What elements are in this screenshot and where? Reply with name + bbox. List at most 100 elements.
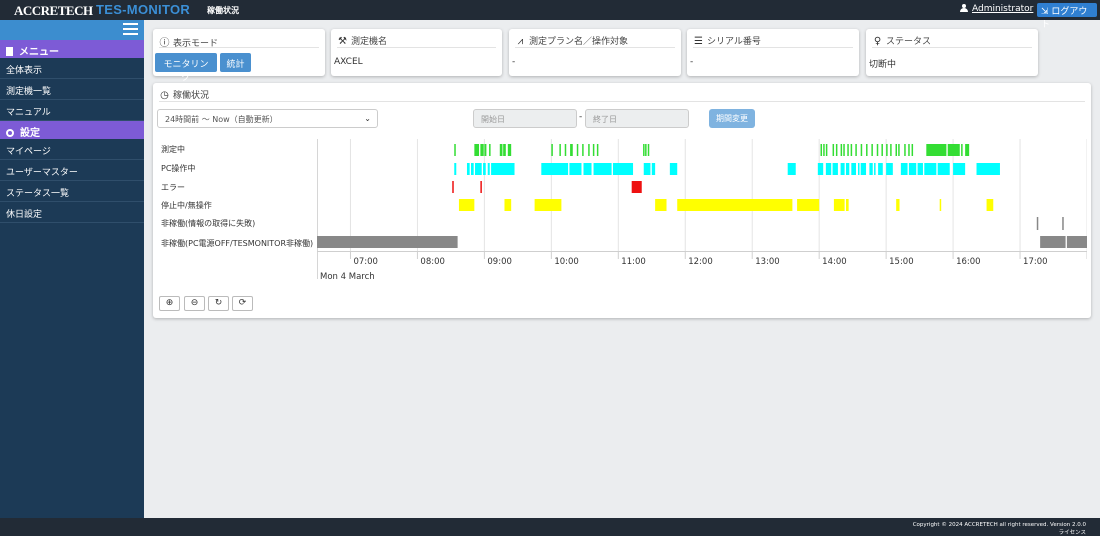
machine-value: AXCEL (334, 57, 363, 67)
timeline-bar (471, 163, 474, 175)
timeline-bar (499, 144, 503, 156)
range-select[interactable]: 24時間前 ～ Now（自動更新） ⌄ (157, 109, 378, 128)
timeline-bar (845, 163, 850, 175)
timeline-bar (593, 163, 612, 175)
timeline-bar (651, 163, 656, 175)
timeline-bar (911, 144, 914, 156)
period-change-button[interactable]: 期間変更 (709, 109, 755, 128)
sidebar-item-manual[interactable]: マニュアル (0, 100, 144, 121)
sidebar-item-user-master[interactable]: ユーザーマスター (0, 160, 144, 181)
serial-title: シリアル番号 (707, 37, 761, 47)
app-title[interactable]: TES-MONITOR (96, 2, 190, 17)
timeline-bar (937, 163, 950, 175)
tick-label: 13:00 (755, 257, 780, 267)
timeline-bar (939, 199, 942, 211)
row-label-pc-operation: PC操作中 (161, 164, 196, 173)
timeline-bar (860, 163, 867, 175)
sidebar-item-machines[interactable]: 測定機一覧 (0, 79, 144, 100)
serial-value: - (690, 57, 694, 67)
sidebar-item-overview[interactable]: 全体表示 (0, 58, 144, 79)
settings-heading: 設定 (0, 121, 144, 139)
zoom-in-button[interactable]: ⊕ (159, 296, 180, 311)
timeline-bar (898, 144, 900, 156)
plan-value: - (512, 57, 516, 67)
timeline-bar (583, 163, 592, 175)
end-date-input[interactable]: 終了日 (585, 109, 689, 128)
serial-card: ☰ シリアル番号 - (687, 29, 859, 76)
timeline-bar (643, 144, 645, 156)
timeline-bar (669, 163, 678, 175)
menu-heading: メニュー (0, 40, 144, 58)
tick-label: 10:00 (554, 257, 579, 267)
timeline-bar (503, 144, 506, 156)
timeline-bar (475, 163, 482, 175)
timeline-bar (1066, 236, 1087, 248)
page-name: 稼働状況 (207, 6, 239, 15)
logout-icon: ⇲ (1041, 7, 1052, 17)
timeline-bar (570, 144, 573, 156)
range-select-value: 24時間前 ～ Now（自動更新） (165, 115, 278, 124)
timeline-bar (965, 144, 970, 156)
rotate-icon: ↻ (214, 298, 223, 308)
timeline-bar (926, 144, 947, 156)
timeline-bar (541, 163, 569, 175)
refresh-button[interactable]: ⟳ (232, 296, 253, 311)
timeline-bar (840, 163, 845, 175)
zoom-out-button[interactable]: ⊖ (184, 296, 205, 311)
sidebar-item-holiday-settings[interactable]: 休日設定 (0, 202, 144, 223)
timeline-bar (454, 163, 457, 175)
timeline-bar (855, 144, 857, 156)
timeline-bar (491, 163, 515, 175)
lightbulb-icon: ♀ (873, 36, 882, 47)
display-mode-card: ⓘ 表示モード モニタリング 統計 (153, 29, 325, 83)
timeline-bar (551, 144, 553, 156)
user-menu[interactable]: Administrator (960, 4, 1033, 14)
start-date-input[interactable]: 開始日 (473, 109, 577, 128)
row-label-not-running-fail: 非稼働(情報の取得に失敗) (161, 219, 256, 228)
timeline-bar (896, 199, 900, 211)
sidebar-item-mypage[interactable]: マイページ (0, 139, 144, 160)
timeline-bar (845, 199, 849, 211)
hamburger-icon[interactable] (123, 23, 138, 36)
timeline-bar (823, 144, 825, 156)
rotate-button[interactable]: ↻ (208, 296, 229, 311)
timeline-bar (1062, 217, 1064, 230)
timeline-bar (317, 236, 458, 248)
timeline-bar (576, 144, 579, 156)
statistics-button[interactable]: 統計 (220, 53, 251, 72)
monitoring-button[interactable]: モニタリング (155, 53, 217, 83)
timeline-chart[interactable]: 07:00 08:00 09:00 10:00 11:00 12:00 13:00 14:00… (317, 139, 1087, 289)
machine-title: 測定機名 (351, 37, 388, 47)
timeline-bar (835, 144, 838, 156)
timeline-bar (986, 199, 994, 211)
zoom-in-icon: ⊕ (165, 298, 174, 308)
sidebar-item-status-list[interactable]: ステータス一覧 (0, 181, 144, 202)
timeline-bar (832, 163, 838, 175)
timeline-bar (504, 199, 512, 211)
document-icon (6, 47, 13, 56)
tick-label: 12:00 (688, 257, 713, 267)
status-value: 切断中 (869, 60, 897, 70)
timeline-bar (592, 144, 595, 156)
timeline-bar (976, 163, 1000, 175)
timeline-bar (1036, 217, 1039, 230)
tick-label: 07:00 (353, 257, 378, 267)
top-bar: ACCRETECH TES-MONITOR 稼働状況 Administrator… (0, 0, 1100, 30)
timeline-bar (677, 199, 793, 211)
timeline-bar (466, 163, 470, 175)
status-card: ♀ ステータス 切断中 (866, 29, 1038, 76)
footer: Copyright © 2024 ACCRETECH all right res… (0, 518, 1100, 536)
timeline-card: ◷ 稼働状況 24時間前 ～ Now（自動更新） ⌄ 開始日 - 終了日 期間変更 … (153, 83, 1091, 318)
timeline-bar (825, 163, 832, 175)
timeline-bar (1040, 236, 1066, 248)
timeline-bar (858, 163, 860, 175)
license-link[interactable]: ライセンス (1059, 528, 1086, 536)
brand-logo[interactable]: ACCRETECH (14, 3, 93, 19)
logout-button[interactable]: ⇲ ログアウト (1037, 3, 1097, 30)
timeline-bar (480, 181, 482, 193)
timeline-bar (832, 144, 835, 156)
timeline-bar (631, 181, 642, 193)
timeline-bar (869, 163, 873, 175)
gear-icon (6, 129, 14, 137)
plan-card: ⩘ 測定プラン名／操作対象 - (509, 29, 681, 76)
